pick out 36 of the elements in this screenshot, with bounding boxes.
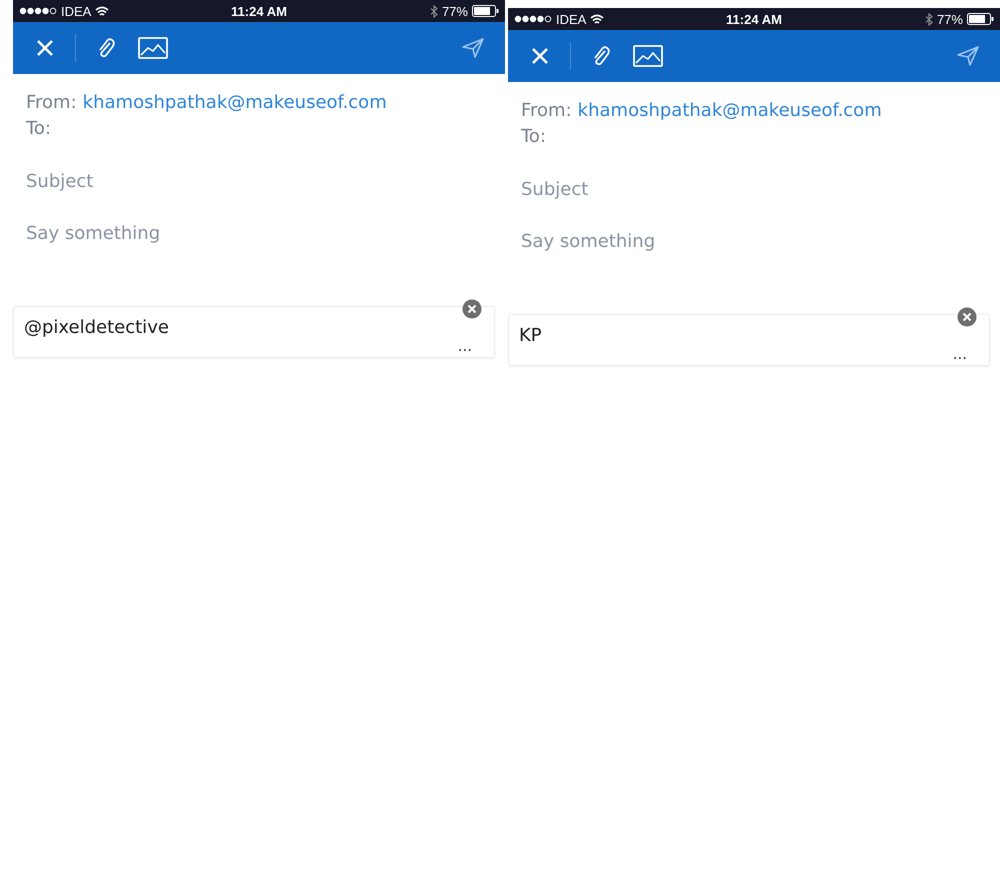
sender-address: khamoshpathak@makeuseof.com: [82, 91, 387, 115]
message-field[interactable]: Say something: [13, 220, 326, 246]
image-icon[interactable]: [138, 37, 168, 59]
carrier-name: IDEA: [61, 4, 92, 18]
carrier-name: IDEA: [556, 12, 586, 26]
battery-percent: 77%: [936, 12, 963, 26]
battery-icon: [966, 13, 994, 25]
bluetooth-icon: [430, 4, 438, 18]
send-icon[interactable]: [956, 45, 980, 67]
close-circle-icon[interactable]: [462, 299, 482, 319]
wifi-icon: [590, 14, 604, 24]
to-field[interactable]: To:: [508, 124, 546, 150]
sender-address: khamoshpathak@makeuseof.com: [578, 99, 882, 123]
close-circle-icon[interactable]: [957, 307, 977, 327]
to-field[interactable]: To:: [13, 116, 52, 142]
subject-field[interactable]: Subject: [13, 168, 326, 194]
signature-text: KP: [519, 325, 542, 346]
send-icon[interactable]: [461, 37, 485, 59]
wifi-icon: [95, 6, 110, 16]
battery-icon: [472, 5, 499, 17]
from-label: From:: [26, 91, 77, 115]
subject-field[interactable]: Subject: [508, 176, 821, 202]
close-icon[interactable]: [35, 38, 55, 58]
signal-icon: [19, 7, 57, 15]
more-button[interactable]: ...: [458, 337, 472, 355]
status-time: 11:24 AM: [231, 4, 287, 18]
close-icon[interactable]: [530, 46, 550, 66]
battery-percent: 77%: [442, 4, 468, 18]
bluetooth-icon: [924, 12, 933, 26]
message-field[interactable]: Say something: [508, 228, 821, 254]
image-icon[interactable]: [633, 45, 663, 67]
from-label: From:: [521, 99, 572, 123]
status-time: 11:24 AM: [726, 12, 782, 26]
signature-text: @pixeldetective: [24, 317, 169, 338]
signal-icon: [514, 15, 552, 23]
more-button[interactable]: ...: [952, 345, 967, 363]
